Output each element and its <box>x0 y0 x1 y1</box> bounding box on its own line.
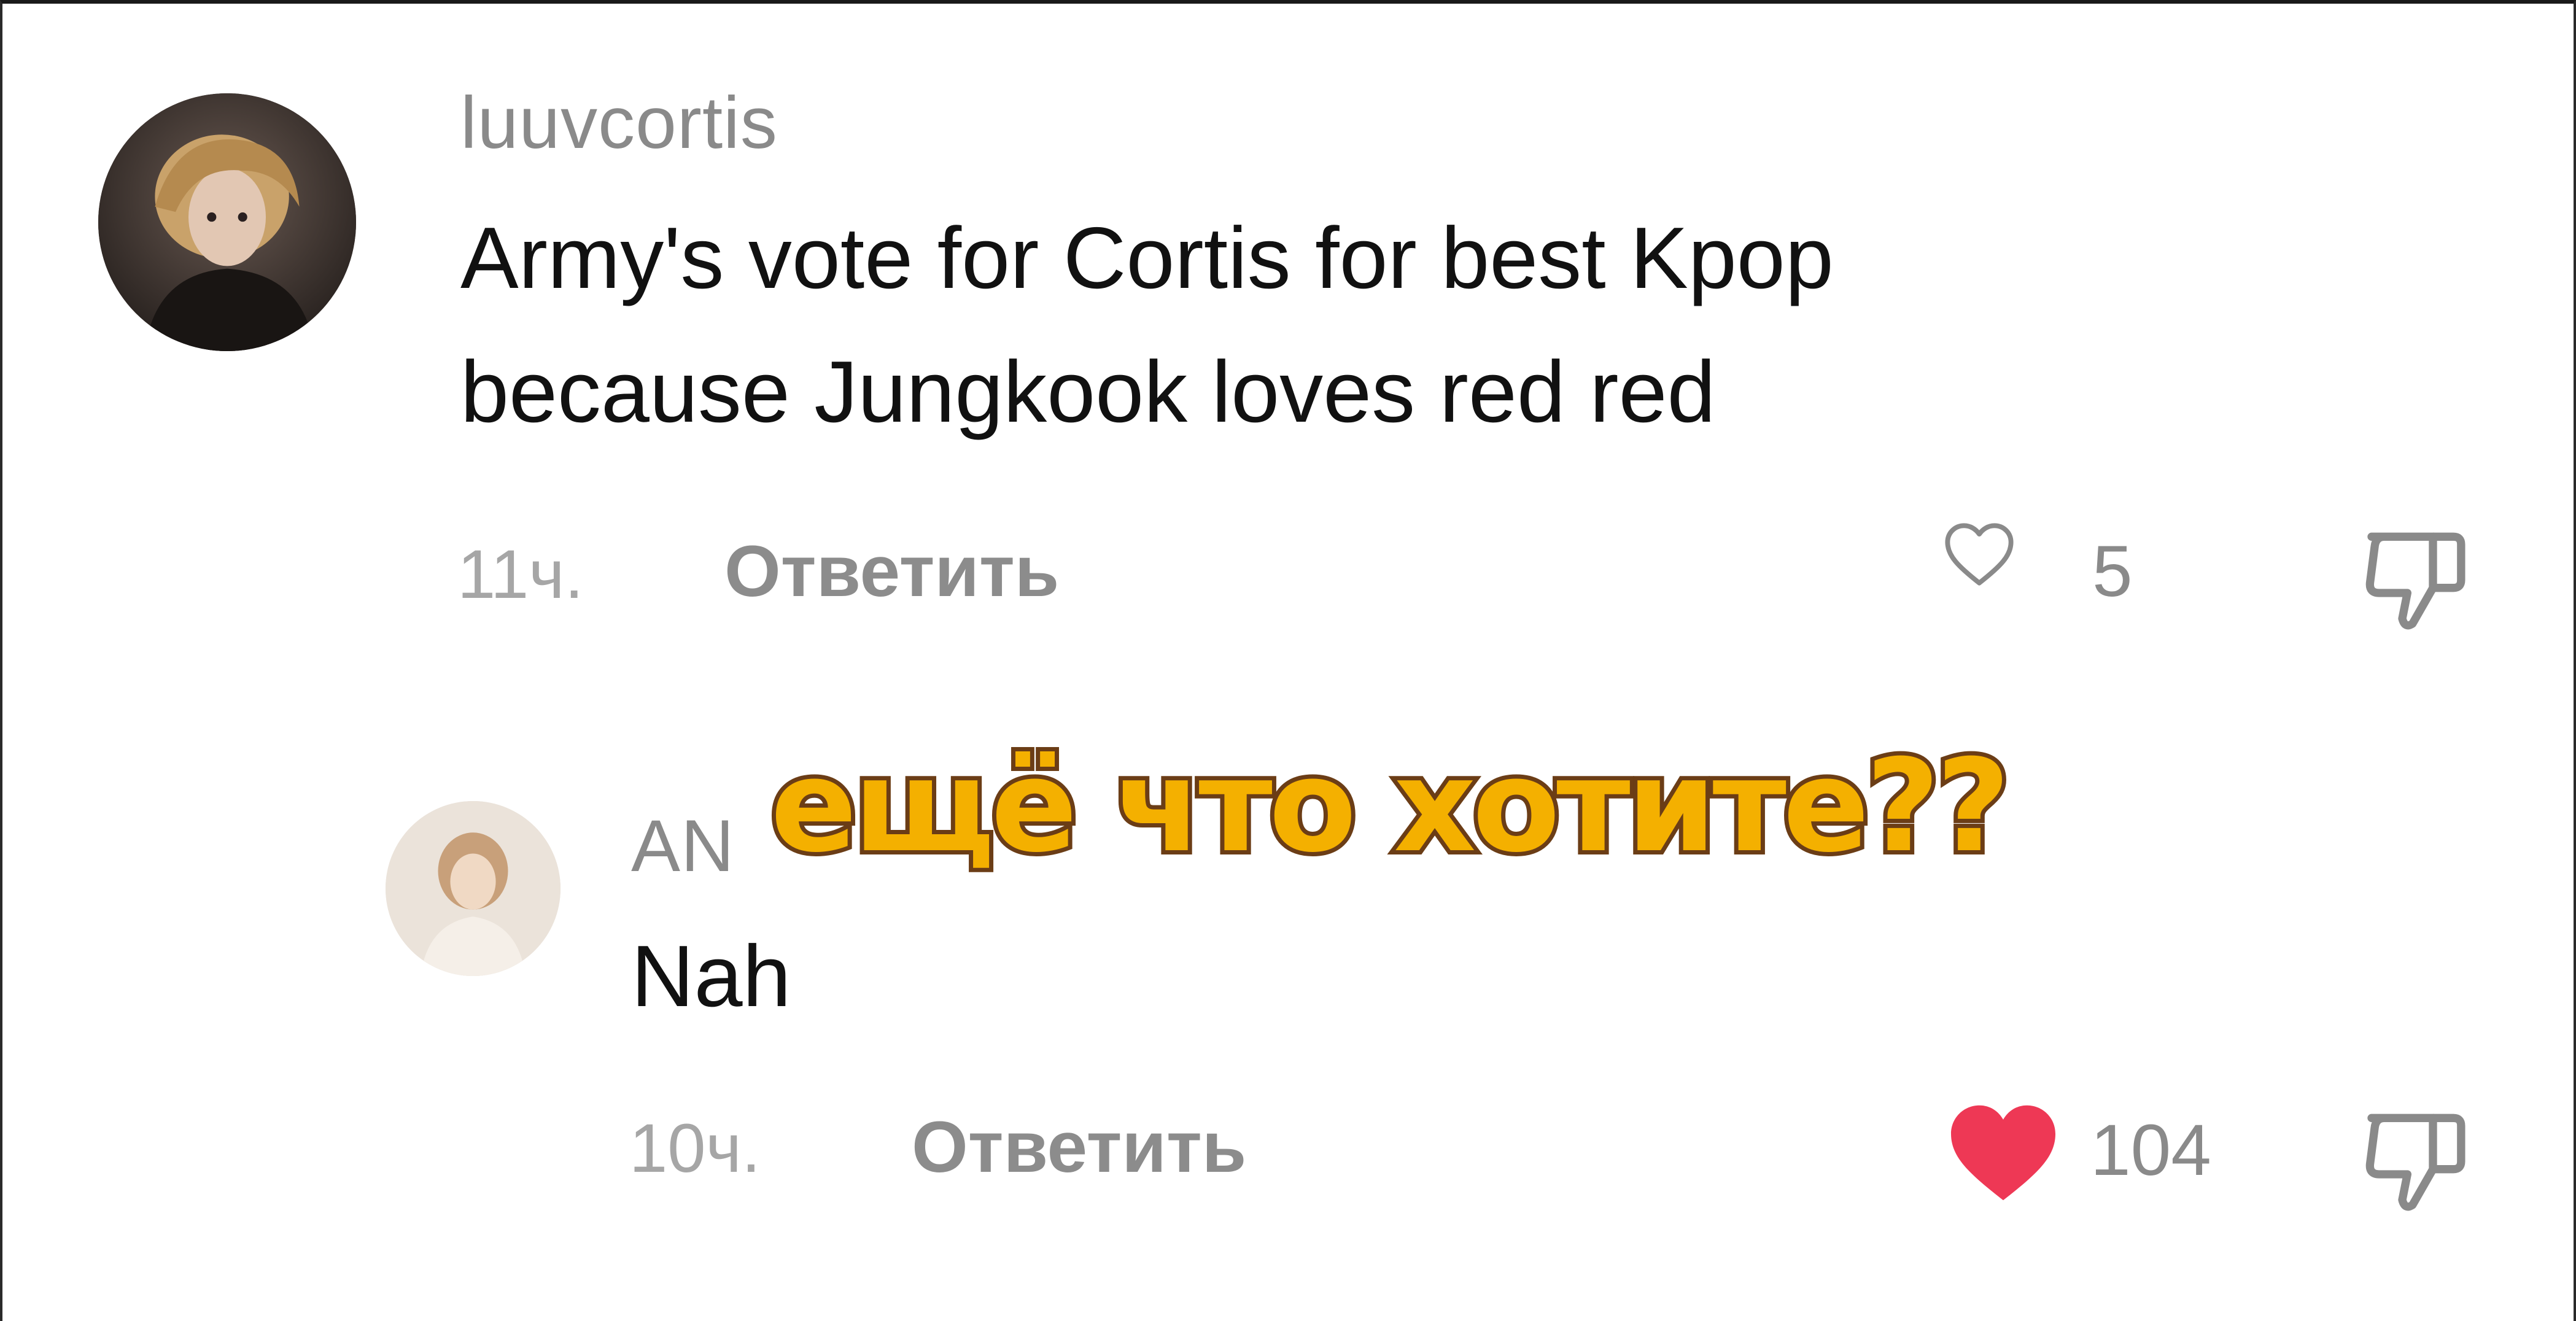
avatar-image <box>98 93 356 351</box>
avatar[interactable] <box>386 801 561 976</box>
comment-username[interactable]: AN <box>631 809 735 883</box>
reply-button[interactable]: Ответить <box>912 1111 1246 1183</box>
comment-text: Nah <box>631 928 791 1025</box>
comment-time: 11ч. <box>457 536 584 613</box>
heart-icon[interactable] <box>1943 521 2015 588</box>
comment-time: 10ч. <box>629 1110 761 1187</box>
reply-button[interactable]: Ответить <box>724 535 1059 608</box>
avatar[interactable] <box>98 93 356 351</box>
like-count: 5 <box>2092 531 2133 612</box>
thumbs-down-icon[interactable] <box>2356 521 2479 635</box>
like-count: 104 <box>2090 1110 2211 1191</box>
overlay-caption: ещё что хотите?? <box>766 732 2014 881</box>
comment-username[interactable]: luuvcortis <box>460 86 778 160</box>
thumbs-down-icon[interactable] <box>2356 1102 2479 1216</box>
avatar-image <box>386 801 561 976</box>
heart-icon[interactable] <box>1945 1101 2062 1205</box>
comment-text-line: because Jungkook loves red red <box>460 343 1716 441</box>
comment-text-line: Army's vote for Cortis for best Kpop <box>460 209 1834 307</box>
comment-text: Army's vote for Cortis for best Kpop bec… <box>460 192 1834 459</box>
